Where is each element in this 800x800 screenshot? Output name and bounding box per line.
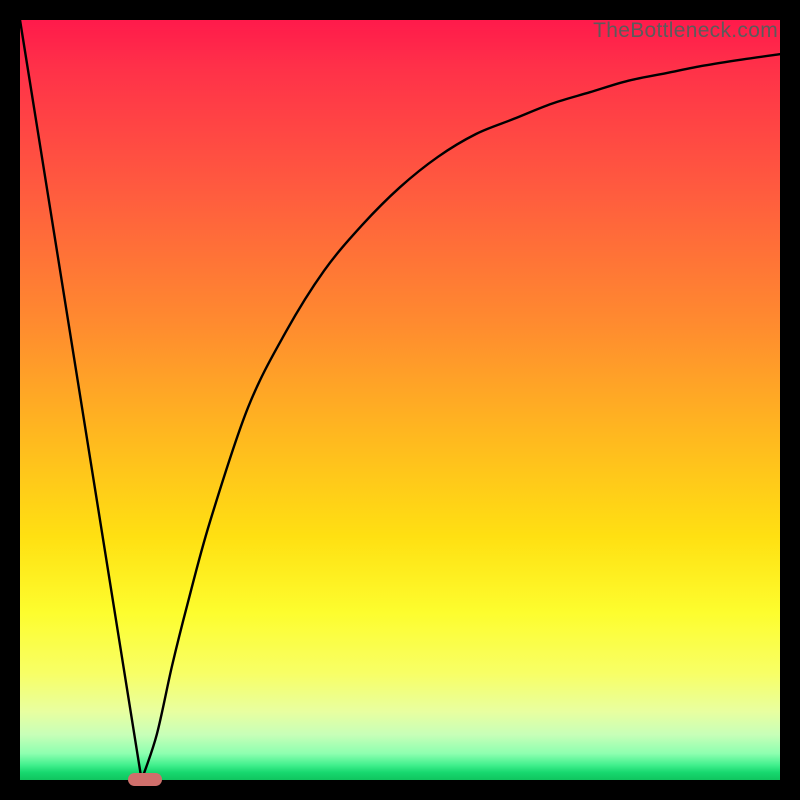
chart-frame: TheBottleneck.com [20, 20, 780, 780]
curve-layer [20, 20, 780, 780]
watermark-text: TheBottleneck.com [593, 19, 778, 43]
bottleneck-curve [20, 20, 780, 780]
optimal-marker [128, 773, 162, 786]
